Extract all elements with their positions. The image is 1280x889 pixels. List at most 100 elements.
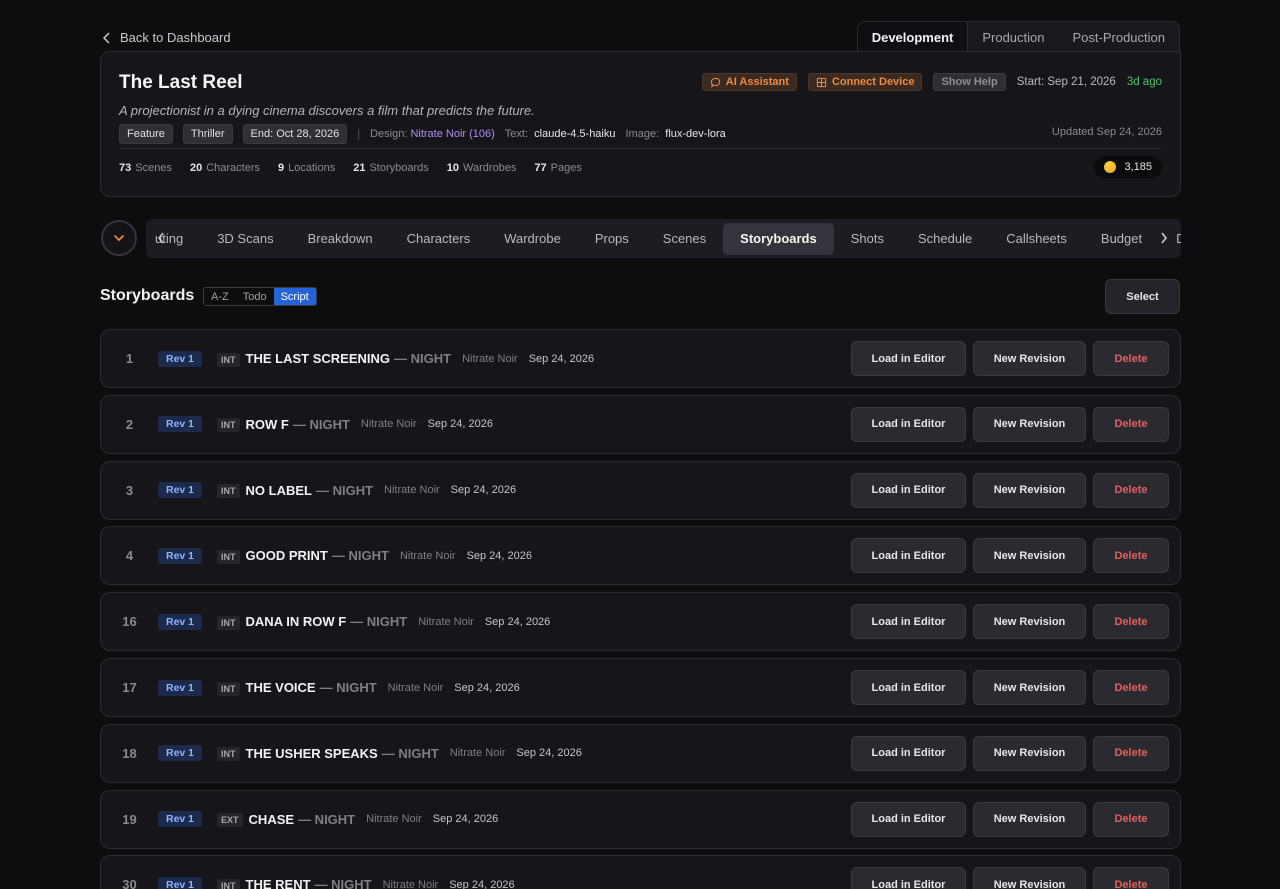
chevron-down-icon [113, 234, 125, 242]
load-in-editor-button[interactable]: Load in Editor [851, 735, 966, 771]
tab-wardrobe[interactable]: Wardrobe [487, 223, 578, 255]
scene-slug: GOOD PRINT [245, 548, 328, 564]
scene-slug: NO LABEL [245, 482, 312, 498]
end-date-tag: End: Oct 28, 2026 [242, 124, 348, 144]
design-style: Nitrate Noir [382, 878, 439, 889]
storyboard-date: Sep 24, 2026 [466, 549, 533, 562]
storyboard-date: Sep 24, 2026 [450, 484, 517, 497]
meta-separator: | [357, 128, 361, 140]
storyboard-row: 16 Rev 1 INT DANA IN ROW F — NIGHT Nitrate No… [100, 592, 1181, 652]
design-style: Nitrate Noir [384, 484, 440, 497]
phase-tabs: Development Production Post-Production [856, 21, 1180, 52]
delete-button[interactable]: Delete [1093, 472, 1169, 508]
scene-number: 19 [122, 811, 137, 827]
tab-callsheets[interactable]: Callsheets [989, 223, 1084, 255]
storyboard-row: 4 Rev 1 INT GOOD PRINT — NIGHT Nitrate Noir Se… [100, 526, 1181, 586]
select-button[interactable]: Select [1105, 279, 1180, 314]
scene-slug: THE LAST SCREENING [245, 351, 390, 366]
delete-button[interactable]: Delete [1093, 406, 1169, 442]
new-revision-button[interactable]: New Revision [973, 538, 1086, 574]
new-revision-button[interactable]: New Revision [973, 735, 1086, 771]
tab-characters[interactable]: Characters [390, 223, 488, 255]
project-meta-row: Feature Thriller End: Oct 28, 2026 | Des… [119, 124, 726, 144]
new-revision-button[interactable]: New Revision [973, 406, 1086, 442]
new-revision-button[interactable]: New Revision [973, 472, 1086, 508]
sort-todo[interactable]: Todo [236, 288, 274, 305]
scene-slug: DANA IN ROW F [245, 614, 347, 630]
revision-badge: Rev 1 [158, 547, 203, 564]
ai-assistant-button[interactable]: AI Assistant [701, 73, 797, 91]
chat-bubble-icon [710, 77, 720, 88]
new-revision-button[interactable]: New Revision [973, 604, 1086, 640]
new-revision-button[interactable]: New Revision [973, 670, 1086, 705]
load-in-editor-button[interactable]: Load in Editor [851, 670, 966, 705]
load-in-editor-button[interactable]: Load in Editor [851, 472, 966, 508]
design-style: Nitrate Noir [399, 549, 456, 562]
collapse-button[interactable] [101, 220, 137, 256]
storyboard-date: Sep 24, 2026 [484, 615, 551, 628]
load-in-editor-button[interactable]: Load in Editor [851, 801, 966, 837]
scene-number: 16 [122, 614, 137, 630]
design-meta: Design: Nitrate Noir (106) [370, 128, 495, 140]
time-of-day: — NIGHT [314, 877, 372, 889]
device-grid-icon [816, 77, 827, 87]
chevron-left-icon [102, 31, 110, 44]
scroll-left-icon[interactable] [156, 231, 166, 245]
load-in-editor-button[interactable]: Load in Editor [851, 604, 966, 640]
row-actions: Load in Editor New Revision Delete [851, 867, 1169, 889]
load-in-editor-button[interactable]: Load in Editor [851, 341, 966, 376]
time-of-day: — NIGHT [315, 482, 374, 498]
start-ago: 3d ago [1126, 76, 1162, 88]
stat-storyboards: 21 Storyboards [353, 162, 429, 174]
time-of-day: — NIGHT [298, 811, 356, 827]
int-ext-badge: INT [217, 681, 240, 696]
int-ext-badge: INT [217, 747, 240, 762]
design-style-link[interactable]: Nitrate Noir (106) [410, 128, 494, 140]
delete-button[interactable]: Delete [1093, 735, 1169, 771]
design-style: Nitrate Noir [366, 813, 422, 826]
tab-development[interactable]: Development [857, 22, 969, 52]
tab-scenes[interactable]: Scenes [646, 223, 723, 255]
revision-badge: Rev 1 [158, 482, 203, 499]
tab-3d-scans[interactable]: 3D Scans [200, 223, 290, 255]
scene-slug: CHASE [248, 811, 295, 827]
ai-assistant-label: AI Assistant [725, 76, 789, 88]
delete-button[interactable]: Delete [1093, 604, 1169, 640]
tab-storyboards[interactable]: Storyboards [723, 222, 834, 255]
tab-budget[interactable]: Budget [1084, 223, 1159, 255]
delete-button[interactable]: Delete [1093, 341, 1169, 376]
row-actions: Load in Editor New Revision Delete [851, 604, 1169, 640]
back-to-dashboard-link[interactable]: Back to Dashboard [102, 30, 231, 45]
scene-number: 1 [125, 351, 134, 366]
time-of-day: — NIGHT [331, 548, 389, 564]
tab-shots[interactable]: Shots [834, 223, 901, 255]
revision-badge: Rev 1 [158, 350, 203, 367]
scroll-right-icon[interactable] [1159, 231, 1169, 245]
tab-breakdown[interactable]: Breakdown [291, 223, 390, 255]
storyboard-row: 30 Rev 1 INT THE RENT — NIGHT Nitrate Noir Sep… [100, 855, 1181, 889]
load-in-editor-button[interactable]: Load in Editor [851, 406, 966, 442]
sort-script[interactable]: Script [273, 288, 316, 305]
sort-a-z[interactable]: A-Z [204, 288, 236, 305]
row-actions: Load in Editor New Revision Delete [851, 670, 1169, 705]
load-in-editor-button[interactable]: Load in Editor [851, 867, 966, 889]
new-revision-button[interactable]: New Revision [973, 341, 1086, 376]
tab-post-production[interactable]: Post-Production [1059, 22, 1179, 52]
delete-button[interactable]: Delete [1093, 538, 1169, 574]
new-revision-button[interactable]: New Revision [973, 801, 1086, 837]
delete-button[interactable]: Delete [1093, 670, 1169, 705]
scene-number: 3 [125, 482, 134, 498]
delete-button[interactable]: Delete [1093, 867, 1169, 889]
tab-production[interactable]: Production [968, 22, 1058, 52]
connect-device-button[interactable]: Connect Device [807, 73, 923, 91]
scene-number: 2 [125, 416, 134, 432]
show-help-button[interactable]: Show Help [933, 73, 1006, 91]
tab-props[interactable]: Props [578, 223, 646, 255]
delete-button[interactable]: Delete [1093, 801, 1169, 837]
tab-schedule[interactable]: Schedule [901, 223, 989, 255]
storyboard-row: 17 Rev 1 INT THE VOICE — NIGHT Nitrate Noir Se… [100, 658, 1181, 717]
int-ext-badge: EXT [217, 813, 243, 828]
load-in-editor-button[interactable]: Load in Editor [851, 538, 966, 574]
tab-uting[interactable]: uting [146, 223, 200, 255]
new-revision-button[interactable]: New Revision [973, 867, 1086, 889]
